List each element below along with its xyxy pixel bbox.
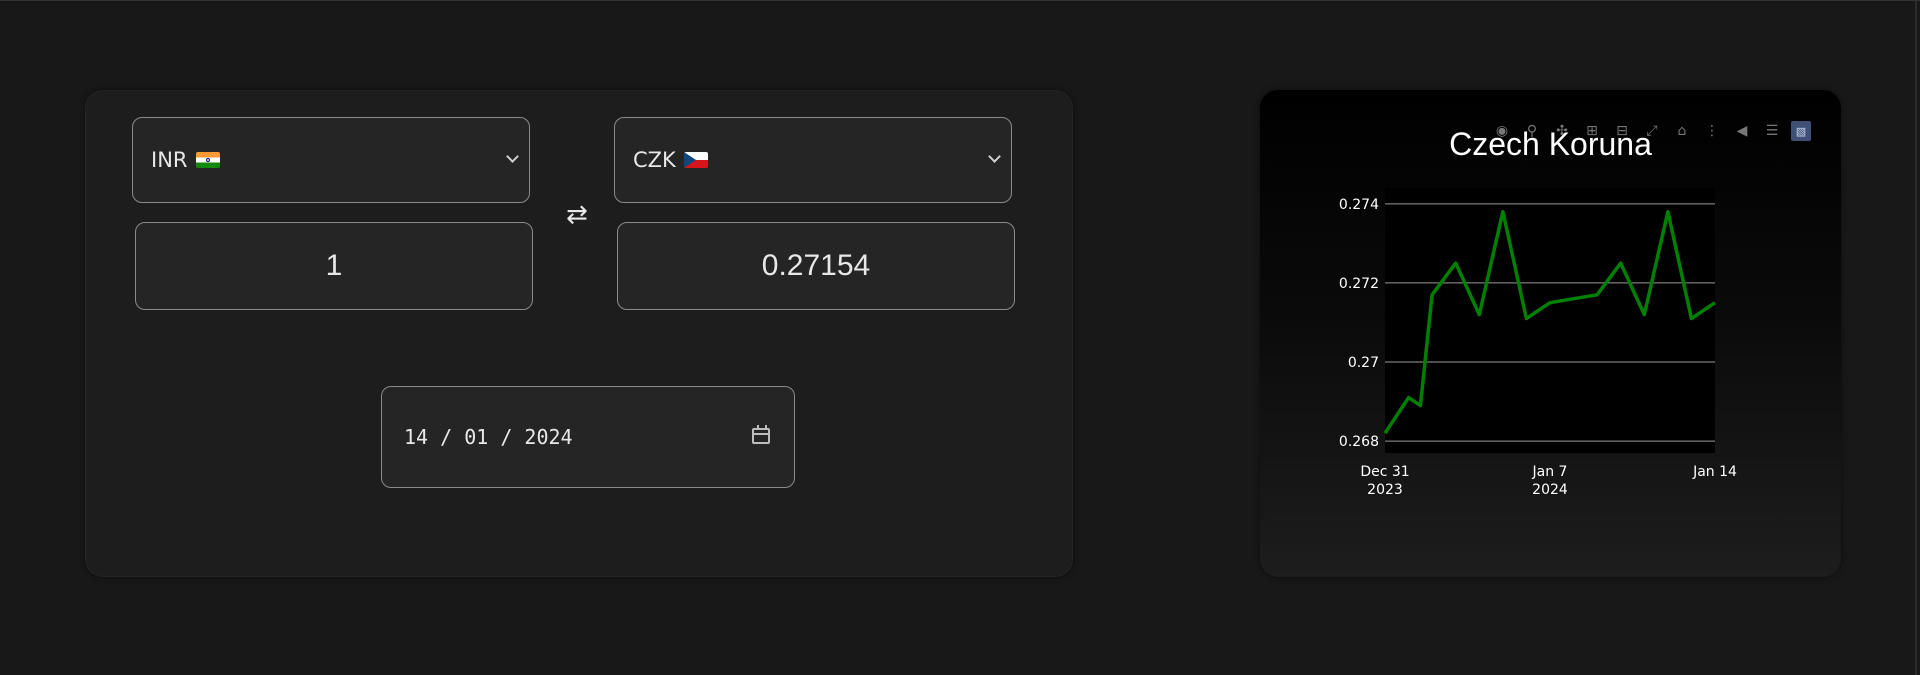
line-chart: 0.268 0.27 0.272 0.274 Dec 31 2023 Jan 7 2024 Ja… bbox=[1339, 188, 1737, 498]
scrollbar[interactable] bbox=[1915, 0, 1917, 675]
swap-icon[interactable]: ⇄ bbox=[566, 200, 588, 230]
x-tick-label: Jan 7 2024 bbox=[1532, 464, 1568, 498]
window-top-border bbox=[0, 0, 1920, 1]
converter-card: INR CZK 1 ⇄ 0.27154 14 / 01 / 2024 bbox=[85, 90, 1073, 577]
from-currency-code: INR bbox=[151, 148, 188, 172]
x-tick-label: Dec 31 2023 bbox=[1360, 464, 1409, 498]
calendar-icon[interactable] bbox=[752, 425, 770, 444]
date-value: 14 / 01 / 2024 bbox=[404, 425, 573, 449]
from-amount-input[interactable]: 1 bbox=[135, 222, 533, 310]
x-tick-label: Jan 14 bbox=[1692, 464, 1737, 480]
czech-flag-icon bbox=[683, 152, 708, 168]
y-tick-label: 0.272 bbox=[1339, 276, 1379, 292]
to-amount-input[interactable]: 0.27154 bbox=[617, 222, 1015, 310]
chevron-down-icon bbox=[506, 150, 519, 163]
date-input[interactable]: 14 / 01 / 2024 bbox=[381, 386, 795, 488]
india-flag-icon bbox=[195, 152, 220, 168]
from-currency-select[interactable]: INR bbox=[132, 117, 530, 203]
y-tick-label: 0.268 bbox=[1339, 434, 1379, 450]
y-tick-label: 0.274 bbox=[1339, 197, 1379, 213]
chevron-down-icon bbox=[988, 150, 1001, 163]
to-currency-select[interactable]: CZK bbox=[614, 117, 1012, 203]
chart-card: Czech Koruna ◉ ⚲ ✣ ⊞ ⊟ ⤢ ⌂ ⋮ ◀ ☰ ▧ 0.268… bbox=[1260, 90, 1841, 577]
to-currency-code: CZK bbox=[633, 148, 676, 172]
y-tick-label: 0.27 bbox=[1348, 355, 1379, 371]
